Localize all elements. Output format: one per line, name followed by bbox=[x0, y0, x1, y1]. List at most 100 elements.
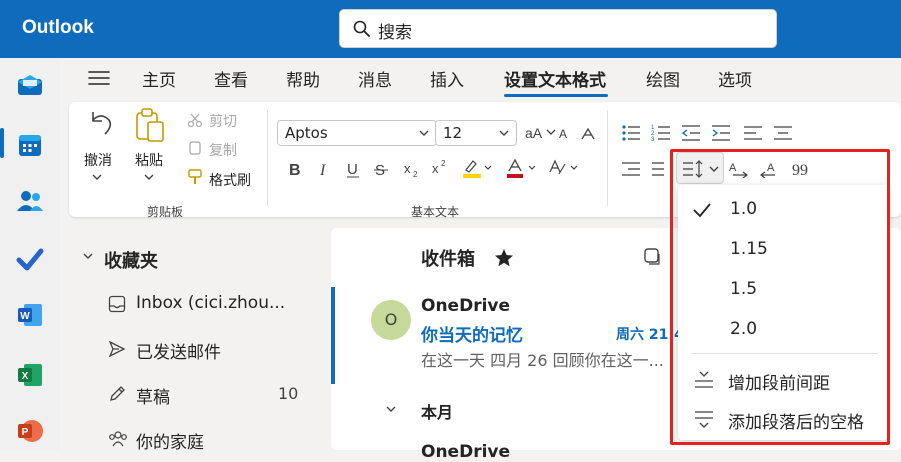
italic-icon[interactable]: I bbox=[317, 160, 333, 178]
star-icon[interactable] bbox=[494, 248, 514, 268]
add-space-after-item[interactable]: 添加段落后的空格 bbox=[678, 399, 888, 439]
justify-icon[interactable] bbox=[651, 160, 665, 178]
todo-app-icon[interactable] bbox=[15, 244, 45, 274]
svg-text:A: A bbox=[559, 127, 567, 141]
spacing-option-2-0[interactable]: 2.0 bbox=[678, 310, 888, 350]
subscript-icon[interactable]: x2 bbox=[403, 160, 421, 178]
folder-family[interactable]: 你的家庭 bbox=[136, 428, 204, 453]
paste-label[interactable]: 粘贴 bbox=[135, 150, 163, 170]
tab-insert[interactable]: 插入 bbox=[430, 66, 464, 91]
undo-icon[interactable] bbox=[83, 108, 115, 140]
people-app-icon[interactable] bbox=[15, 186, 45, 216]
folder-sent[interactable]: 已发送邮件 bbox=[136, 338, 221, 363]
quote-icon[interactable]: 99 bbox=[791, 160, 809, 178]
increase-indent-icon[interactable] bbox=[711, 124, 731, 142]
superscript-icon[interactable]: x2 bbox=[431, 158, 449, 176]
tab-options[interactable]: 选项 bbox=[718, 66, 752, 91]
menu-divider bbox=[692, 353, 878, 354]
inbox-icon bbox=[108, 295, 126, 313]
svg-text:2: 2 bbox=[441, 159, 446, 168]
bold-icon[interactable]: B bbox=[287, 160, 303, 178]
spacing-option-label: 1.5 bbox=[730, 279, 758, 299]
tab-format-text[interactable]: 设置文本格式 bbox=[504, 66, 606, 91]
line-spacing-button[interactable] bbox=[676, 152, 724, 184]
copy-label[interactable]: 复制 bbox=[209, 140, 237, 160]
copy-icon[interactable] bbox=[187, 140, 203, 158]
avatar: O bbox=[371, 300, 411, 340]
rail-selected-indicator bbox=[0, 128, 4, 158]
spacing-option-1-15[interactable]: 1.15 bbox=[678, 230, 888, 270]
chevron-down-icon[interactable] bbox=[91, 172, 103, 182]
chevron-down-icon[interactable] bbox=[385, 404, 397, 414]
menu-item-label: 增加段前间距 bbox=[728, 374, 830, 394]
strikethrough-icon[interactable]: S bbox=[373, 160, 389, 178]
tab-home[interactable]: 主页 bbox=[142, 66, 176, 91]
format-painter-label[interactable]: 格式刷 bbox=[209, 170, 251, 190]
calendar-app-icon[interactable] bbox=[15, 130, 45, 160]
font-size-value: 12 bbox=[443, 124, 463, 142]
numbered-list-icon[interactable]: 123 bbox=[651, 124, 671, 142]
clear-format-icon[interactable] bbox=[579, 126, 597, 142]
underline-icon[interactable]: U bbox=[345, 160, 361, 178]
add-space-before-item[interactable]: 增加段前间距 bbox=[678, 360, 888, 400]
text-effects-icon[interactable] bbox=[547, 158, 581, 178]
svg-text:x: x bbox=[404, 161, 411, 176]
spacing-option-label: 1.0 bbox=[730, 199, 758, 219]
rtl-direction-icon[interactable]: A bbox=[759, 160, 779, 178]
svg-text:X: X bbox=[22, 371, 29, 382]
align-right-icon[interactable] bbox=[621, 160, 641, 178]
email-sender[interactable]: OneDrive bbox=[421, 296, 510, 316]
hamburger-menu-icon[interactable] bbox=[88, 70, 110, 86]
cut-label[interactable]: 剪切 bbox=[209, 111, 237, 131]
ribbon-tabs: 主页 查看 帮助 消息 插入 设置文本格式 绘图 选项 bbox=[60, 58, 901, 98]
search-box[interactable]: 搜索 bbox=[339, 9, 777, 48]
ltr-direction-icon[interactable]: A bbox=[729, 160, 749, 178]
excel-app-icon[interactable]: X bbox=[15, 360, 45, 390]
decrease-indent-icon[interactable] bbox=[681, 124, 701, 142]
email-subject[interactable]: 你当天的记忆 bbox=[421, 321, 523, 346]
selected-message-accent bbox=[331, 287, 335, 384]
chevron-down-icon bbox=[709, 166, 719, 172]
chevron-down-icon bbox=[419, 130, 429, 136]
svg-text:2: 2 bbox=[413, 170, 418, 178]
select-icon[interactable] bbox=[643, 247, 661, 265]
checkmark-icon bbox=[693, 203, 711, 218]
spacing-option-1-0[interactable]: 1.0 bbox=[678, 190, 888, 230]
tab-message[interactable]: 消息 bbox=[358, 66, 392, 91]
bullet-list-icon[interactable] bbox=[621, 124, 641, 142]
favorites-header[interactable]: 收藏夹 bbox=[104, 247, 158, 273]
spacing-option-label: 2.0 bbox=[730, 319, 758, 339]
svg-text:aA: aA bbox=[525, 125, 543, 141]
chevron-down-icon[interactable] bbox=[143, 172, 155, 182]
tab-view[interactable]: 查看 bbox=[214, 66, 248, 91]
group-header: 本月 bbox=[421, 403, 454, 422]
svg-text:x: x bbox=[432, 161, 439, 176]
tab-draw[interactable]: 绘图 bbox=[646, 66, 680, 91]
search-input[interactable]: 搜索 bbox=[378, 18, 412, 43]
highlight-icon[interactable] bbox=[461, 158, 495, 178]
menu-item-label: 添加段落后的空格 bbox=[728, 413, 864, 433]
folder-inbox[interactable]: Inbox (cici.zhou... bbox=[136, 293, 285, 313]
align-left-icon[interactable] bbox=[743, 124, 763, 142]
font-name-select[interactable]: Aptos bbox=[277, 120, 437, 146]
tab-help[interactable]: 帮助 bbox=[286, 66, 320, 91]
font-size-grow-icon[interactable]: aA A bbox=[525, 124, 571, 142]
folder-drafts[interactable]: 草稿 bbox=[136, 383, 170, 408]
clipboard-group-label: 剪贴板 bbox=[147, 205, 184, 219]
font-color-icon[interactable] bbox=[505, 158, 539, 178]
group-icon bbox=[109, 431, 127, 447]
undo-label[interactable]: 撤消 bbox=[84, 150, 112, 170]
paste-icon[interactable] bbox=[133, 106, 169, 144]
email-preview: 在这一天 四月 26 回顾你在这一... bbox=[421, 351, 664, 370]
spacing-option-1-5[interactable]: 1.5 bbox=[678, 270, 888, 310]
chevron-down-icon bbox=[499, 130, 509, 136]
powerpoint-app-icon[interactable]: P bbox=[15, 416, 45, 446]
font-size-select[interactable]: 12 bbox=[435, 120, 517, 146]
scissors-icon[interactable] bbox=[187, 112, 203, 128]
mail-app-icon[interactable] bbox=[15, 70, 45, 100]
chevron-down-icon[interactable] bbox=[82, 251, 94, 261]
align-center-icon[interactable] bbox=[773, 124, 793, 142]
word-app-icon[interactable]: W bbox=[15, 300, 45, 330]
format-painter-icon[interactable] bbox=[187, 168, 203, 186]
email-sender[interactable]: OneDrive bbox=[421, 442, 510, 462]
